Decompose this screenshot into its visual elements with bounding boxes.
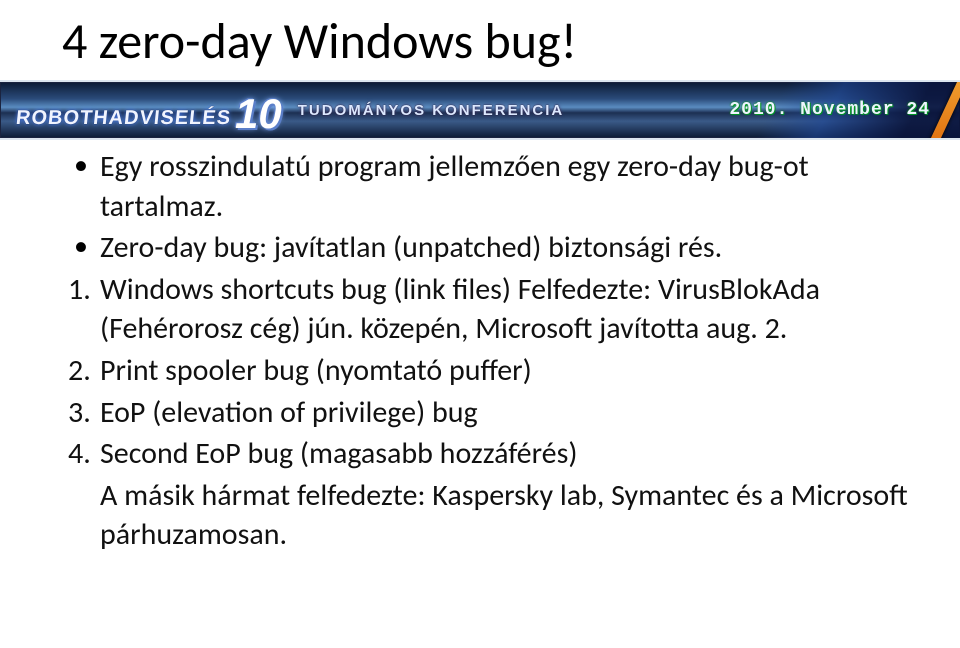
bullet-text: Zero-day bug: javítatlan (unpatched) biz… bbox=[100, 229, 722, 266]
numbered-list: Windows shortcuts bug (link files) Felfe… bbox=[48, 270, 912, 474]
slide-title: 4 zero-day Windows bug! bbox=[48, 0, 912, 69]
bullet-item: Zero-day bug: javítatlan (unpatched) biz… bbox=[76, 228, 912, 268]
footer-note: A másik hármat felfedezte: Kaspersky lab… bbox=[48, 476, 912, 555]
slide-content: Egy rosszindulatú program jellemzően egy… bbox=[48, 147, 912, 555]
numbered-item: Second EoP bug (magasabb hozzáférés) bbox=[76, 434, 912, 474]
numbered-item: Windows shortcuts bug (link files) Felfe… bbox=[76, 270, 912, 349]
numbered-text: Windows shortcuts bug (link files) Felfe… bbox=[100, 271, 820, 348]
numbered-item: EoP (elevation of privilege) bug bbox=[76, 393, 912, 433]
numbered-text: EoP (elevation of privilege) bug bbox=[100, 394, 478, 431]
numbered-item: Print spooler bug (nyomtató puffer) bbox=[76, 351, 912, 391]
numbered-text: Second EoP bug (magasabb hozzáférés) bbox=[100, 435, 577, 472]
slide-body: 4 zero-day Windows bug! Egy rosszindulat… bbox=[0, 0, 960, 648]
bullet-list: Egy rosszindulatú program jellemzően egy… bbox=[48, 147, 912, 268]
bullet-item: Egy rosszindulatú program jellemzően egy… bbox=[76, 147, 912, 226]
numbered-text: Print spooler bug (nyomtató puffer) bbox=[100, 352, 532, 389]
bullet-text: Egy rosszindulatú program jellemzően egy… bbox=[100, 148, 809, 225]
